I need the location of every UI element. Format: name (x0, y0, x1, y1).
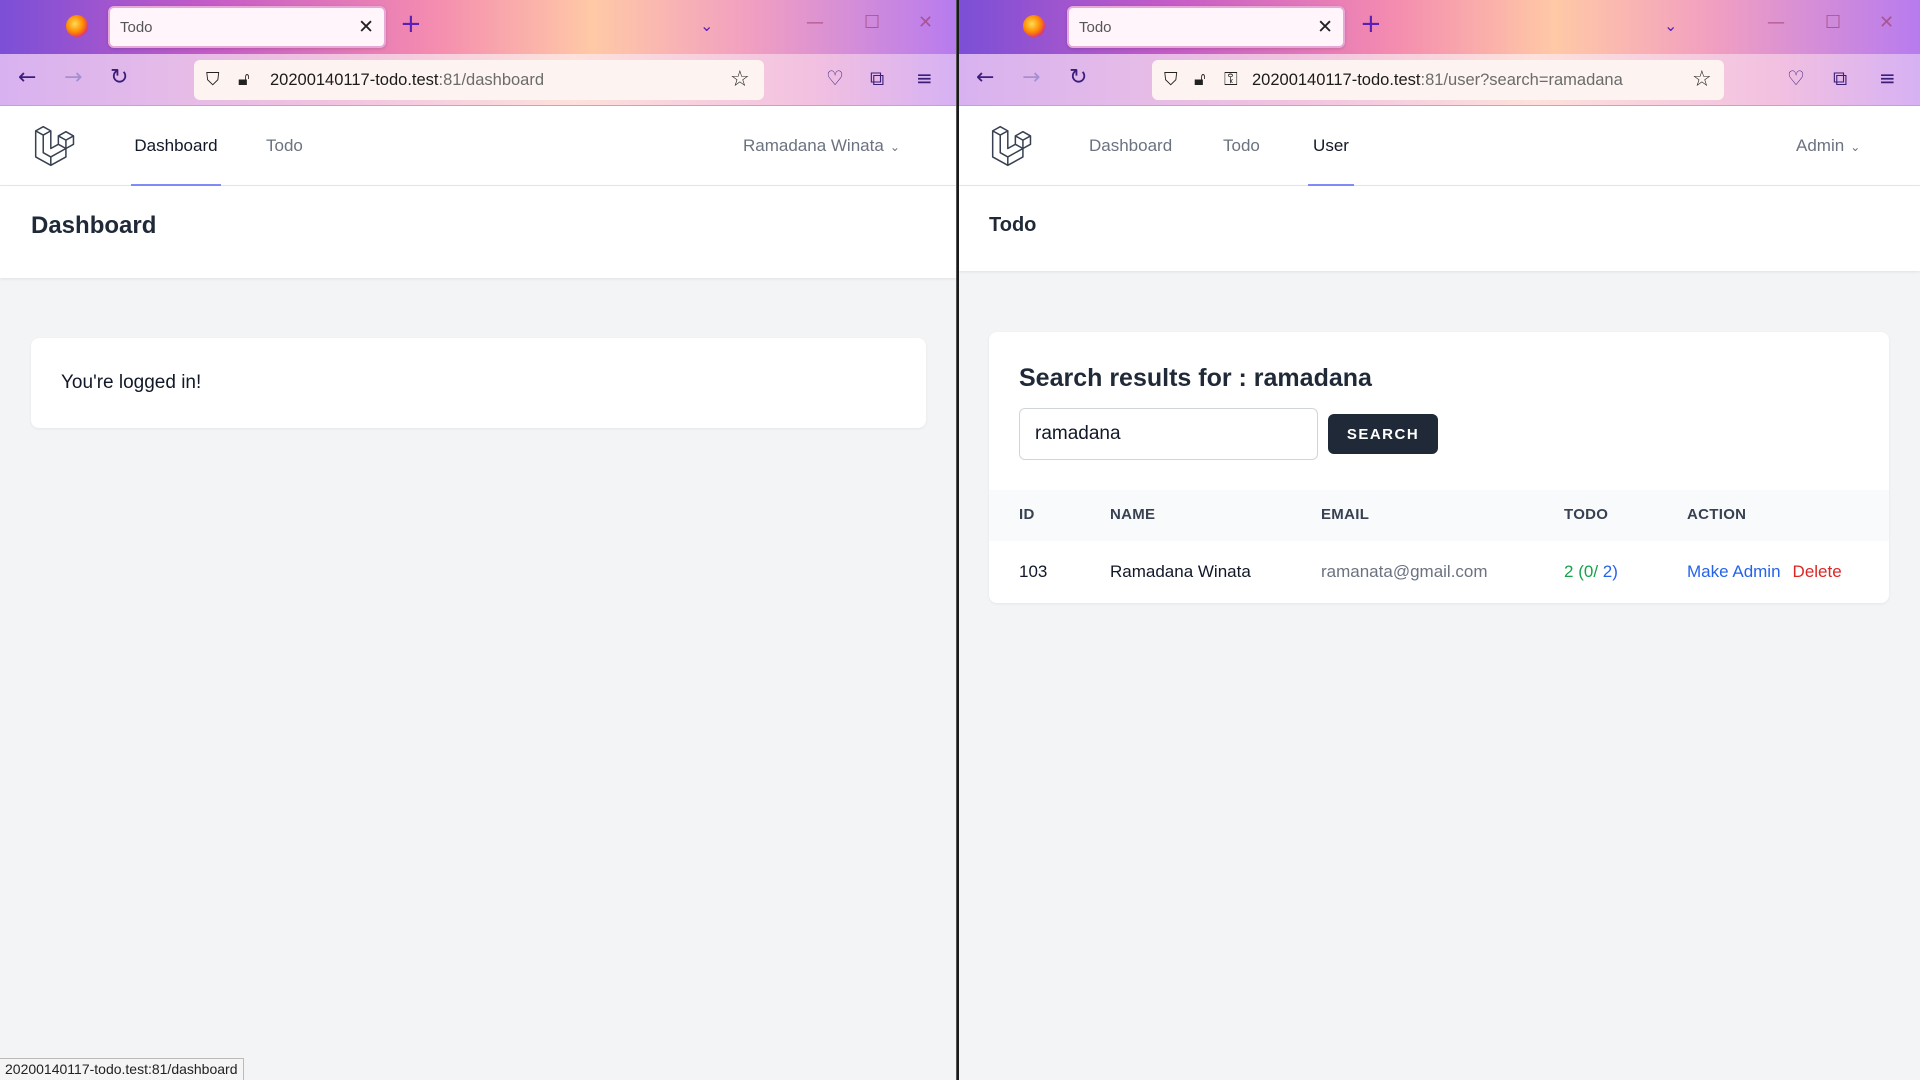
user-name: Admin (1796, 136, 1845, 155)
url-host: 20200140117-todo.test (270, 71, 439, 89)
todo-done: (0/ (1578, 562, 1599, 581)
menu-icon[interactable]: ≡ (1879, 66, 1896, 90)
cell-action: Make Admin Delete (1687, 562, 1842, 582)
cell-email: ramanata@gmail.com (1321, 562, 1488, 581)
cell-todo: 2 (0/ 2) (1564, 562, 1618, 582)
app-navbar: Dashboard Todo Ramadana Winata ⌄ (0, 106, 956, 186)
app-navbar: Dashboard Todo User Admin ⌄ (959, 106, 1920, 186)
extensions-icon[interactable]: ⧉ (1833, 66, 1847, 90)
reload-icon[interactable]: ↻ (1069, 66, 1087, 90)
chevron-down-icon: ⌄ (1850, 140, 1861, 154)
shield-icon[interactable]: ⛉ (206, 69, 220, 90)
bookmark-star-icon[interactable]: ☆ (1692, 67, 1712, 92)
laravel-logo[interactable] (991, 124, 1033, 168)
new-tab-icon[interactable]: + (1360, 11, 1382, 37)
cell-id: 103 (1019, 562, 1048, 581)
list-all-tabs-icon[interactable]: ⌄ (1664, 16, 1677, 35)
tab-title: Todo (120, 19, 153, 36)
tab-bar: Todo ✕ + ⌄ — ☐ ✕ (0, 0, 956, 54)
link-status-bar: 20200140117-todo.test:81/dashboard (0, 1058, 244, 1080)
make-admin-link[interactable]: Make Admin (1687, 562, 1781, 581)
browser-window-right: Todo ✕ + ⌄ — ☐ ✕ ← → ↻ ⛉ 🔓︎ ⚿ 2020014011… (959, 0, 1920, 1080)
forward-icon[interactable]: → (1022, 66, 1040, 90)
col-email: EMAIL (1321, 506, 1370, 523)
status-card: You're logged in! (31, 338, 926, 428)
url-text[interactable]: 20200140117-todo.test:81/user?search=ram… (1252, 71, 1623, 90)
search-results-title: Search results for : ramadana (1019, 364, 1372, 392)
nav-todo[interactable]: Todo (266, 106, 303, 186)
back-icon[interactable]: ← (976, 66, 994, 90)
user-name: Ramadana Winata (743, 136, 884, 155)
table-header: ID NAME EMAIL TODO ACTION (989, 490, 1889, 541)
browser-toolbar: ← → ↻ ⛉ 🔓︎ 20200140117-todo.test:81/dash… (0, 54, 956, 106)
browser-toolbar: ← → ↻ ⛉ 🔓︎ ⚿ 20200140117-todo.test:81/us… (959, 54, 1920, 106)
col-action: ACTION (1687, 506, 1747, 523)
close-tab-icon[interactable]: ✕ (358, 16, 374, 38)
search-results-card: Search results for : ramadana SEARCH ID … (989, 332, 1889, 603)
lock-warning-icon[interactable]: 🔓︎ (238, 69, 250, 90)
key-icon[interactable]: ⚿ (1224, 69, 1238, 90)
pocket-icon[interactable]: ♡ (1787, 66, 1805, 90)
minimize-icon[interactable]: — (806, 12, 824, 33)
col-todo: TODO (1564, 506, 1609, 523)
page-title: Dashboard (31, 212, 157, 239)
minimize-icon[interactable]: — (1767, 12, 1785, 33)
logged-in-message: You're logged in! (61, 372, 202, 393)
page-header: Dashboard (0, 186, 956, 278)
firefox-icon[interactable] (66, 15, 88, 37)
todo-total: 2 (1564, 562, 1574, 581)
tab-bar: Todo ✕ + ⌄ — ☐ ✕ (959, 0, 1920, 54)
firefox-icon[interactable] (1023, 15, 1045, 37)
new-tab-icon[interactable]: + (400, 11, 422, 37)
nav-dashboard[interactable]: Dashboard (131, 106, 221, 186)
laravel-logo[interactable] (34, 124, 76, 168)
page-title: Todo (989, 214, 1037, 236)
todo-all: 2) (1602, 562, 1618, 581)
col-name: NAME (1110, 506, 1156, 523)
browser-tab[interactable]: Todo ✕ (108, 6, 386, 48)
tab-title: Todo (1079, 19, 1112, 36)
address-bar[interactable]: ⛉ 🔓︎ 20200140117-todo.test:81/dashboard … (194, 60, 764, 100)
reload-icon[interactable]: ↻ (110, 66, 128, 90)
nav-user[interactable]: User (1308, 106, 1354, 186)
table-row: 103 Ramadana Winata ramanata@gmail.com 2… (989, 541, 1889, 601)
url-path: :81/dashboard (438, 71, 545, 89)
window-close-icon[interactable]: ✕ (1879, 12, 1894, 33)
forward-icon[interactable]: → (64, 66, 82, 90)
shield-icon[interactable]: ⛉ (1164, 69, 1178, 90)
maximize-icon[interactable]: ☐ (864, 12, 880, 33)
window-close-icon[interactable]: ✕ (918, 12, 933, 33)
nav-dashboard[interactable]: Dashboard (1089, 106, 1172, 186)
col-id: ID (1019, 506, 1035, 523)
browser-tab[interactable]: Todo ✕ (1067, 6, 1345, 48)
url-path: :81/user?search=ramadana (1420, 71, 1623, 89)
close-tab-icon[interactable]: ✕ (1317, 16, 1333, 38)
search-button[interactable]: SEARCH (1328, 414, 1438, 454)
back-icon[interactable]: ← (18, 66, 36, 90)
page-header: Todo (959, 186, 1920, 271)
user-dropdown[interactable]: Admin ⌄ (1796, 106, 1860, 186)
nav-todo[interactable]: Todo (1223, 106, 1260, 186)
delete-link[interactable]: Delete (1793, 562, 1842, 581)
user-dropdown[interactable]: Ramadana Winata ⌄ (743, 106, 900, 186)
bookmark-star-icon[interactable]: ☆ (730, 67, 750, 92)
maximize-icon[interactable]: ☐ (1825, 12, 1841, 33)
url-host: 20200140117-todo.test (1252, 71, 1421, 89)
menu-icon[interactable]: ≡ (916, 66, 933, 90)
search-input[interactable] (1019, 408, 1318, 460)
list-all-tabs-icon[interactable]: ⌄ (700, 16, 713, 35)
extensions-icon[interactable]: ⧉ (870, 66, 884, 90)
browser-window-left: Todo ✕ + ⌄ — ☐ ✕ ← → ↻ ⛉ 🔓︎ 20200140117-… (0, 0, 957, 1080)
lock-warning-icon[interactable]: 🔓︎ (1194, 69, 1206, 90)
chevron-down-icon: ⌄ (889, 140, 900, 154)
url-text[interactable]: 20200140117-todo.test:81/dashboard (270, 71, 544, 90)
address-bar[interactable]: ⛉ 🔓︎ ⚿ 20200140117-todo.test:81/user?sea… (1152, 60, 1724, 100)
pocket-icon[interactable]: ♡ (826, 66, 844, 90)
cell-name: Ramadana Winata (1110, 562, 1251, 581)
